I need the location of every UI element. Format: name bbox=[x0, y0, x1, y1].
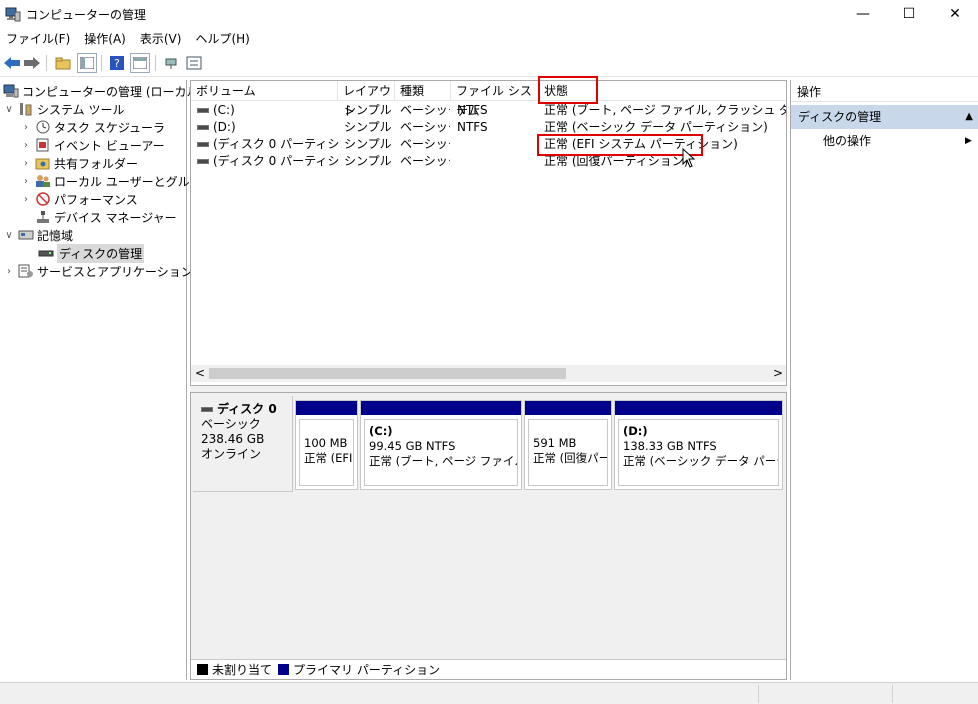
menu-action[interactable]: 操作(A) bbox=[84, 30, 126, 47]
efi-status-highlight bbox=[537, 134, 703, 156]
tree-item-task-scheduler[interactable]: › タスク スケジューラ bbox=[20, 118, 165, 136]
tree-item-local-users[interactable]: › ローカル ユーザーとグループ bbox=[20, 172, 213, 190]
toolbar: ? bbox=[0, 50, 978, 77]
legend-swatch-primary bbox=[278, 664, 290, 675]
more-actions-item[interactable]: 他の操作 ▶ bbox=[823, 132, 973, 150]
menu-bar: ファイル(F) 操作(A) 表示(V) ヘルプ(H) bbox=[0, 28, 978, 49]
chevron-right-icon[interactable]: › bbox=[20, 140, 32, 151]
tree-item-storage[interactable]: ∨ 記憶域 bbox=[3, 226, 73, 244]
chevron-down-icon[interactable]: ∨ bbox=[3, 230, 15, 241]
maximize-button[interactable]: ☐ bbox=[886, 0, 932, 28]
partition-bar bbox=[361, 401, 521, 415]
device-manager-icon bbox=[35, 210, 51, 224]
menu-help[interactable]: ヘルプ(H) bbox=[195, 30, 249, 47]
volume-icon bbox=[197, 159, 209, 164]
chevron-right-icon[interactable]: › bbox=[3, 266, 15, 277]
navigation-tree: コンピューターの管理 (ローカル) ∨ システム ツール › タスク スケジュー… bbox=[0, 80, 213, 680]
chevron-down-icon[interactable]: ∨ bbox=[3, 104, 15, 115]
mouse-cursor-icon bbox=[682, 148, 696, 168]
action-pane-title: 操作 bbox=[791, 82, 978, 102]
tree-item-event-viewer[interactable]: › イベント ビューアー bbox=[20, 136, 165, 154]
tree-item-root[interactable]: コンピューターの管理 (ローカル) bbox=[0, 82, 203, 100]
action-section-disk-management[interactable]: ディスクの管理 ▲ bbox=[791, 105, 978, 129]
svg-text:?: ? bbox=[114, 57, 120, 70]
performance-icon bbox=[35, 192, 51, 206]
storage-icon bbox=[18, 228, 34, 242]
event-log-icon bbox=[35, 138, 51, 152]
action-pane: 操作 ディスクの管理 ▲ 他の操作 ▶ bbox=[790, 80, 978, 680]
table-row[interactable]: (C:) シンプル ベーシック NTFS 正常 (ブート, ページ ファイル, … bbox=[191, 102, 786, 119]
partition-efi[interactable]: 100 MB 正常 (EFI bbox=[295, 400, 358, 490]
partition-bar bbox=[615, 401, 782, 415]
close-button[interactable]: ✕ bbox=[932, 0, 978, 28]
chevron-right-icon[interactable]: › bbox=[20, 176, 32, 187]
column-header-type[interactable]: 種類 bbox=[395, 81, 451, 101]
menu-view[interactable]: 表示(V) bbox=[140, 30, 182, 47]
show-tree-icon[interactable] bbox=[77, 53, 97, 73]
tree-item-services-apps[interactable]: › サービスとアプリケーション bbox=[3, 262, 193, 280]
partition-bar bbox=[525, 401, 611, 415]
chevron-right-icon[interactable]: › bbox=[20, 194, 32, 205]
chevron-right-icon[interactable]: › bbox=[20, 158, 32, 169]
up-folder-icon[interactable] bbox=[53, 53, 73, 73]
properties-icon[interactable] bbox=[184, 53, 204, 73]
show-action-pane-icon[interactable] bbox=[130, 53, 150, 73]
collapse-up-icon[interactable]: ▲ bbox=[965, 105, 973, 129]
status-bar bbox=[0, 682, 978, 704]
volume-icon bbox=[197, 142, 209, 147]
volume-list-header: ボリューム レイアウト 種類 ファイル システム 状態 bbox=[191, 81, 786, 118]
chevron-right-icon: ▶ bbox=[965, 136, 972, 146]
scroll-left-button[interactable]: < bbox=[195, 366, 205, 380]
tree-item-device-manager[interactable]: デバイス マネージャー bbox=[32, 208, 177, 226]
services-icon bbox=[18, 264, 34, 278]
scroll-right-button[interactable]: > bbox=[773, 366, 783, 380]
horizontal-scrollbar[interactable]: < > bbox=[191, 365, 786, 382]
partition-bar bbox=[296, 401, 357, 415]
status-header-highlight bbox=[538, 76, 598, 104]
connect-icon[interactable] bbox=[162, 53, 182, 73]
scrollbar-thumb[interactable] bbox=[209, 368, 566, 379]
legend: 未割り当て プライマリ パーティション bbox=[191, 659, 786, 679]
chevron-right-icon[interactable]: › bbox=[20, 122, 32, 133]
volume-icon bbox=[197, 108, 209, 113]
tools-icon bbox=[18, 102, 34, 116]
column-header-filesystem[interactable]: ファイル システム bbox=[451, 81, 539, 118]
tree-item-system-tools[interactable]: ∨ システム ツール bbox=[3, 100, 124, 118]
column-header-volume[interactable]: ボリューム bbox=[191, 81, 338, 101]
legend-swatch-unallocated bbox=[197, 664, 208, 675]
disk-0-label[interactable]: ディスク 0 ベーシック 238.46 GB オンライン bbox=[193, 396, 293, 492]
computer-management-icon bbox=[5, 6, 21, 22]
partition-c[interactable]: (C:) 99.45 GB NTFS 正常 (ブート, ページ ファイル, ク bbox=[360, 400, 522, 490]
center-pane: ボリューム レイアウト 種類 ファイル システム 状態 (C:) シンプル ベー… bbox=[190, 76, 787, 680]
disk-graphical-view: ディスク 0 ベーシック 238.46 GB オンライン 100 MB 正常 (… bbox=[190, 392, 787, 680]
window-title: コンピューターの管理 bbox=[26, 8, 147, 22]
forward-arrow-icon[interactable] bbox=[22, 53, 42, 73]
menu-file[interactable]: ファイル(F) bbox=[6, 30, 70, 47]
column-header-layout[interactable]: レイアウト bbox=[338, 81, 395, 118]
title-bar: コンピューターの管理 — ☐ ✕ bbox=[0, 0, 978, 28]
minimize-button[interactable]: — bbox=[840, 0, 886, 28]
computer-management-icon bbox=[3, 84, 19, 98]
clock-icon bbox=[35, 120, 51, 134]
tree-item-disk-management[interactable]: ディスクの管理 bbox=[35, 243, 145, 263]
help-icon[interactable]: ? bbox=[107, 53, 127, 73]
users-icon bbox=[35, 174, 51, 188]
disk-icon bbox=[38, 246, 54, 260]
shared-folder-icon bbox=[35, 156, 51, 170]
tree-item-performance[interactable]: › パフォーマンス bbox=[20, 190, 138, 208]
partition-d[interactable]: (D:) 138.33 GB NTFS 正常 (ベーシック データ パーティシ bbox=[614, 400, 783, 490]
partition-recovery[interactable]: 591 MB 正常 (回復パー bbox=[524, 400, 612, 490]
back-arrow-icon[interactable] bbox=[2, 53, 22, 73]
volume-list: ボリューム レイアウト 種類 ファイル システム 状態 (C:) シンプル ベー… bbox=[190, 76, 787, 386]
tree-item-shared-folders[interactable]: › 共有フォルダー bbox=[20, 154, 138, 172]
disk-icon bbox=[201, 407, 213, 412]
volume-icon bbox=[197, 125, 209, 130]
